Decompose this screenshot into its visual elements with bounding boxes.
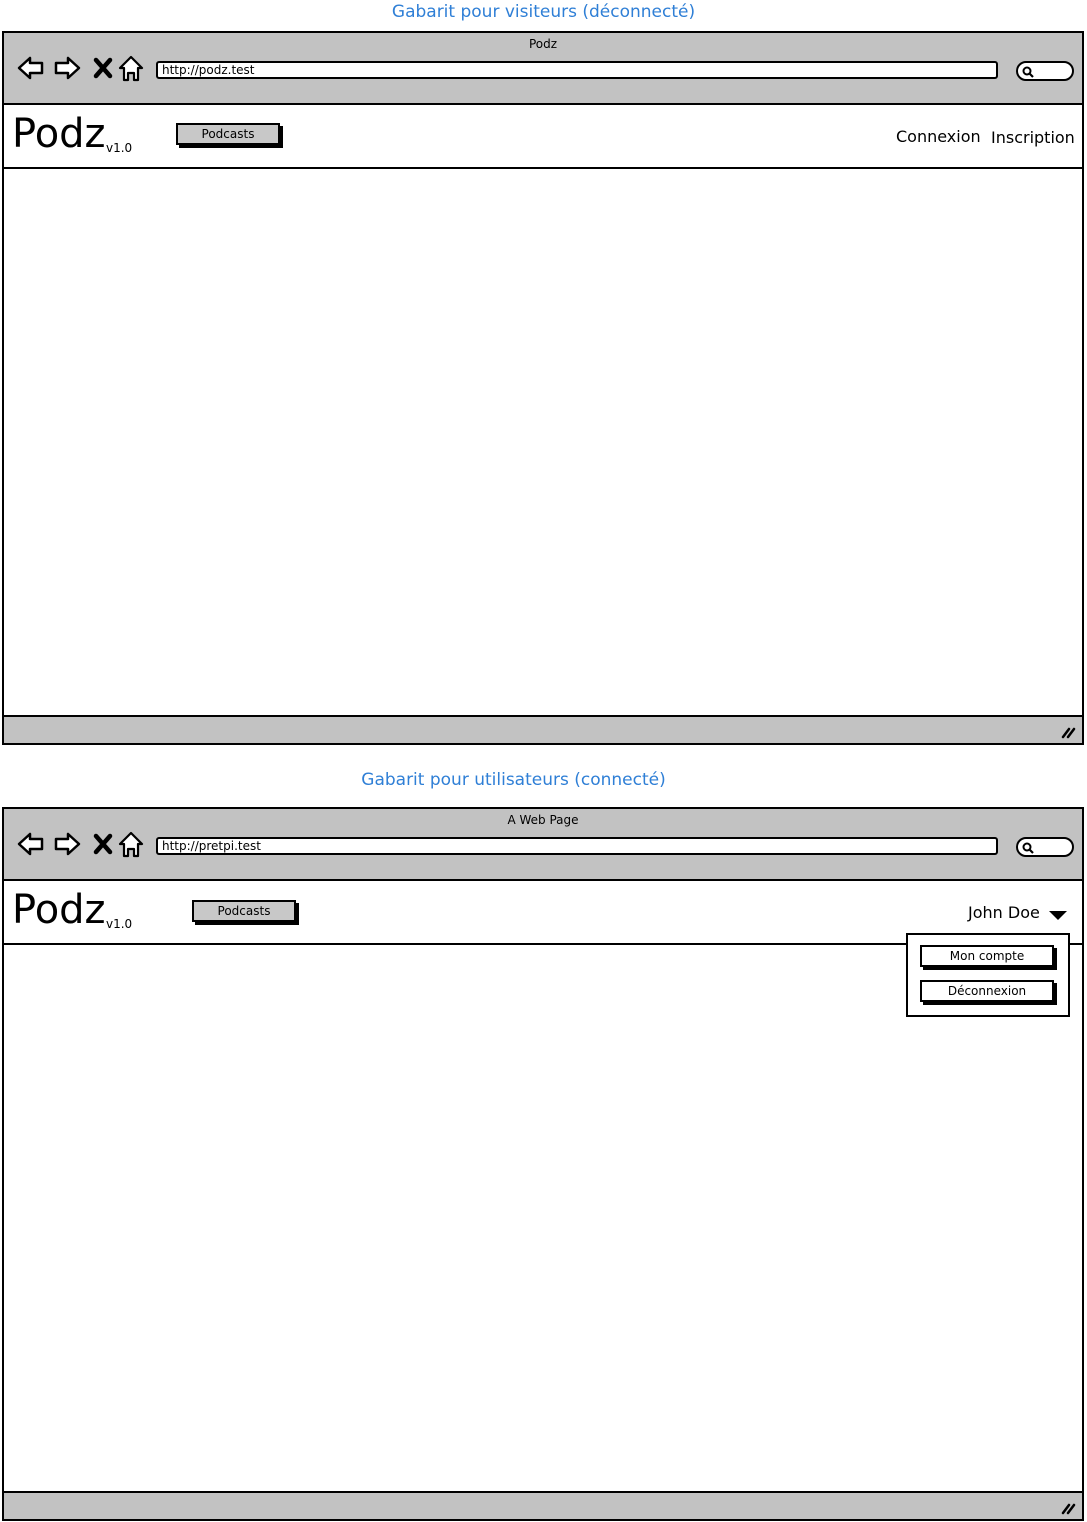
register-link[interactable]: Inscription xyxy=(991,128,1075,147)
home-icon[interactable] xyxy=(116,53,146,83)
close-icon[interactable] xyxy=(88,53,118,83)
visitor-browser-window: Podz http://podz.test Podz v1.0 Podcasts… xyxy=(2,31,1084,745)
window-title: A Web Page xyxy=(507,813,579,827)
site-header: Podz v1.0 Podcasts Connexion Inscription xyxy=(4,105,1082,169)
resize-grip-icon[interactable] xyxy=(1060,725,1076,739)
user-browser-window: A Web Page http://pretpi.test Podz v1.0 … xyxy=(2,807,1084,1521)
close-icon[interactable] xyxy=(88,829,118,859)
resize-grip-icon[interactable] xyxy=(1060,1501,1076,1515)
site-logo[interactable]: Podz xyxy=(12,885,106,935)
site-logo[interactable]: Podz xyxy=(12,109,106,159)
window-title: Podz xyxy=(528,37,558,51)
browser-search-field[interactable] xyxy=(1016,837,1074,857)
url-input[interactable]: http://pretpi.test xyxy=(156,837,998,855)
home-icon[interactable] xyxy=(116,829,146,859)
browser-search-field[interactable] xyxy=(1016,61,1074,81)
logout-button[interactable]: Déconnexion xyxy=(920,980,1054,1002)
login-link[interactable]: Connexion xyxy=(896,127,981,146)
user-menu-toggle[interactable]: John Doe xyxy=(968,901,1072,927)
user-name: John Doe xyxy=(968,903,1040,922)
visitor-caption: Gabarit pour visiteurs (déconnecté) xyxy=(391,2,696,22)
version-label: v1.0 xyxy=(106,141,133,155)
forward-arrow-icon[interactable] xyxy=(52,829,82,859)
browser-toolbar: A Web Page http://pretpi.test xyxy=(4,809,1082,881)
search-icon xyxy=(1022,66,1034,78)
version-label: v1.0 xyxy=(106,917,133,931)
browser-toolbar: Podz http://podz.test xyxy=(4,33,1082,105)
back-arrow-icon[interactable] xyxy=(16,829,46,859)
user-dropdown-menu: Mon compte Déconnexion xyxy=(906,933,1070,1017)
forward-arrow-icon[interactable] xyxy=(52,53,82,83)
my-account-button[interactable]: Mon compte xyxy=(920,945,1054,967)
content-area xyxy=(4,945,1082,1493)
podcasts-button[interactable]: Podcasts xyxy=(176,123,280,145)
caret-down-icon xyxy=(1049,911,1067,920)
status-bar xyxy=(4,715,1082,743)
back-arrow-icon[interactable] xyxy=(16,53,46,83)
status-bar xyxy=(4,1491,1082,1519)
search-icon xyxy=(1022,842,1034,854)
content-area xyxy=(4,169,1082,717)
url-input[interactable]: http://podz.test xyxy=(156,61,998,79)
podcasts-button[interactable]: Podcasts xyxy=(192,900,296,922)
user-caption: Gabarit pour utilisateurs (connecté) xyxy=(361,770,666,790)
